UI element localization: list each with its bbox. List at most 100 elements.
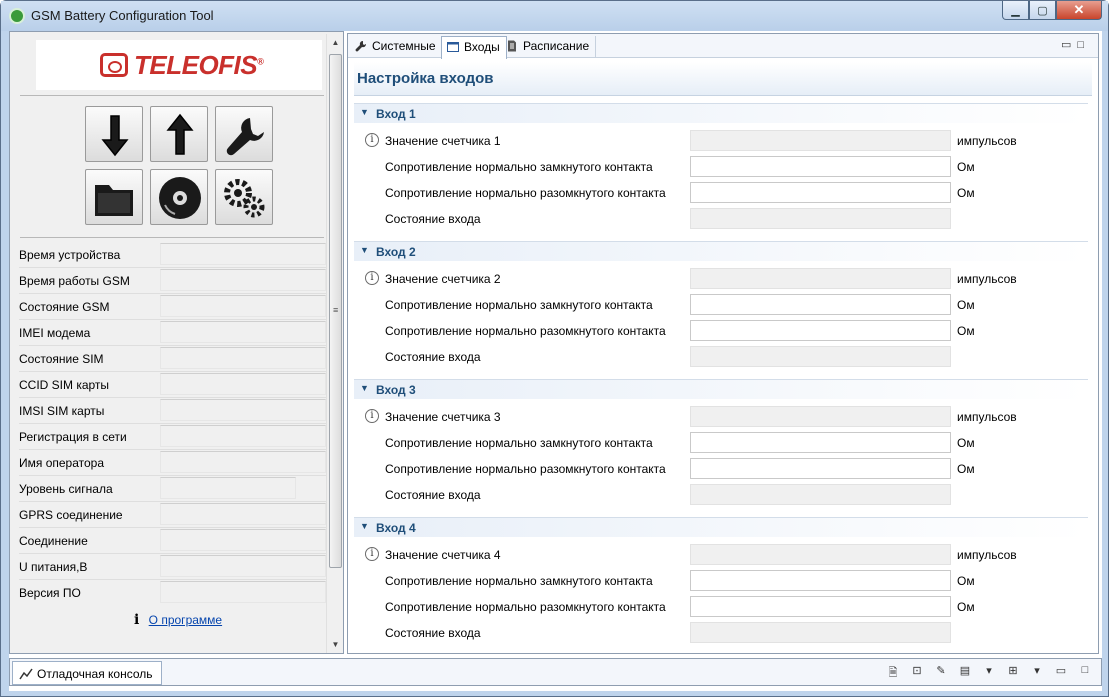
- console-toolbar: 🗎 ⊡ ✎ ▤ ▾ ⊞ ▾ ▭ □: [885, 664, 1093, 679]
- scroll-up-arrow-icon[interactable]: ▲: [327, 34, 344, 51]
- tab-inputs[interactable]: Входы: [441, 36, 507, 59]
- app-window: GSM Battery Configuration Tool ▁ ▢ ✕ TEL…: [0, 0, 1109, 697]
- info-label: Состояние GSM: [19, 300, 110, 314]
- info-row-connection: Соединение: [10, 528, 326, 554]
- window-icon: [447, 42, 459, 52]
- info-label: Регистрация в сети: [19, 430, 127, 444]
- scroll-down-arrow-icon[interactable]: ▼: [327, 636, 344, 653]
- no-row-1: Сопротивление нормально разомкнутого кон…: [354, 181, 1088, 207]
- tab-schedule[interactable]: Расписание: [501, 36, 597, 58]
- close-button[interactable]: ✕: [1056, 1, 1102, 20]
- counter-row-4: i Значение счетчика 4 импульсов: [354, 543, 1088, 569]
- info-hint-icon: i: [365, 409, 379, 423]
- folder-icon: [95, 185, 133, 216]
- maximize-button[interactable]: ▢: [1029, 1, 1056, 20]
- scroll-lock-icon[interactable]: ⊡: [909, 664, 925, 678]
- state-row-2: Состояние входа: [354, 345, 1088, 371]
- section-input-2[interactable]: ▼ Вход 2: [354, 241, 1088, 261]
- field-label: Состояние входа: [385, 488, 481, 502]
- info-row-imsi: IMSI SIM карты: [10, 398, 326, 424]
- input-state-field-1: [690, 208, 951, 229]
- advanced-settings-button[interactable]: [215, 169, 273, 225]
- nc-resistance-input-1[interactable]: [690, 156, 951, 177]
- nc-resistance-input-3[interactable]: [690, 432, 951, 453]
- section-input-1[interactable]: ▼ Вход 1: [354, 103, 1088, 123]
- minimize-button[interactable]: ▁: [1002, 1, 1029, 20]
- info-row-operator: Имя оператора: [10, 450, 326, 476]
- section-input-3[interactable]: ▼ Вход 3: [354, 379, 1088, 399]
- state-row-1: Состояние входа: [354, 207, 1088, 233]
- tab-debug-console[interactable]: Отладочная консоль: [12, 661, 162, 685]
- counter-value-field-2: [690, 268, 951, 289]
- nc-resistance-input-4[interactable]: [690, 570, 951, 591]
- ccid-value: [160, 373, 326, 395]
- imei-value: [160, 321, 326, 343]
- scroll-thumb[interactable]: ≡: [329, 54, 342, 568]
- maximize-view-icon[interactable]: □: [1077, 664, 1093, 678]
- collapse-triangle-icon[interactable]: ▼: [360, 245, 369, 255]
- minimize-view-icon[interactable]: ▭: [1053, 664, 1069, 678]
- tab-system[interactable]: Системные: [350, 36, 443, 58]
- pin-console-icon[interactable]: ✎: [933, 664, 949, 678]
- field-label: Состояние входа: [385, 350, 481, 364]
- connection-value: [160, 529, 326, 551]
- section-input-4[interactable]: ▼ Вход 4: [354, 517, 1088, 537]
- info-label: Время устройства: [19, 248, 121, 262]
- window-title: GSM Battery Configuration Tool: [31, 8, 214, 23]
- clear-console-icon[interactable]: 🗎: [885, 664, 901, 679]
- gears-icon: [224, 179, 265, 218]
- unit-label: Ом: [957, 600, 975, 614]
- title-bar[interactable]: GSM Battery Configuration Tool ▁ ▢ ✕: [1, 1, 1108, 31]
- about-link[interactable]: О программе: [149, 613, 222, 627]
- field-label: Сопротивление нормально замкнутого конта…: [385, 160, 653, 174]
- write-config-button[interactable]: [150, 106, 208, 162]
- console-bar: Отладочная консоль 🗎 ⊡ ✎ ▤ ▾ ⊞ ▾ ▭ □: [9, 658, 1102, 686]
- counter-value-field-4: [690, 544, 951, 565]
- device-time-value: [160, 243, 326, 265]
- nc-resistance-input-2[interactable]: [690, 294, 951, 315]
- read-config-button[interactable]: [85, 106, 143, 162]
- dropdown-arrow-icon[interactable]: ▾: [981, 664, 997, 678]
- sim-state-value: [160, 347, 326, 369]
- imsi-value: [160, 399, 326, 421]
- info-row-imei: IMEI модема: [10, 320, 326, 346]
- minimize-view-icon[interactable]: ▭: [1061, 39, 1077, 51]
- firmware-disk-button[interactable]: [150, 169, 208, 225]
- field-label: Состояние входа: [385, 626, 481, 640]
- counter-value-field-3: [690, 406, 951, 427]
- no-resistance-input-2[interactable]: [690, 320, 951, 341]
- info-label: GPRS соединение: [19, 508, 123, 522]
- maximize-view-icon[interactable]: □: [1077, 39, 1090, 51]
- teleofis-logo: TELEOFIS®: [36, 40, 322, 90]
- field-label: Значение счетчика 4: [385, 548, 501, 562]
- unit-label: Ом: [957, 436, 975, 450]
- counter-row-2: i Значение счетчика 2 импульсов: [354, 267, 1088, 293]
- info-label: Уровень сигнала: [19, 482, 113, 496]
- dropdown-arrow-icon[interactable]: ▾: [1029, 664, 1045, 678]
- section-title: Вход 1: [376, 107, 416, 121]
- open-folder-button[interactable]: [85, 169, 143, 225]
- teleofis-logo-mark-icon: [100, 53, 128, 77]
- nc-row-3: Сопротивление нормально замкнутого конта…: [354, 431, 1088, 457]
- signal-level-bar: [160, 477, 296, 499]
- no-resistance-input-4[interactable]: [690, 596, 951, 617]
- info-row-supply-voltage: U питания,В: [10, 554, 326, 580]
- unit-label: импульсов: [957, 410, 1017, 424]
- gprs-value: [160, 503, 326, 525]
- state-row-4: Состояние входа: [354, 621, 1088, 647]
- collapse-triangle-icon[interactable]: ▼: [360, 107, 369, 117]
- unit-label: импульсов: [957, 272, 1017, 286]
- collapse-triangle-icon[interactable]: ▼: [360, 521, 369, 531]
- supply-voltage-value: [160, 555, 326, 577]
- open-console-icon[interactable]: ⊞: [1005, 664, 1021, 678]
- info-hint-icon: i: [365, 271, 379, 285]
- collapse-triangle-icon[interactable]: ▼: [360, 383, 369, 393]
- no-resistance-input-1[interactable]: [690, 182, 951, 203]
- no-resistance-input-3[interactable]: [690, 458, 951, 479]
- left-scrollbar[interactable]: ▲ ≡ ▼: [326, 34, 343, 653]
- settings-wrench-button[interactable]: [215, 106, 273, 162]
- section-title: Вход 4: [376, 521, 416, 535]
- unit-label: Ом: [957, 462, 975, 476]
- field-label: Сопротивление нормально замкнутого конта…: [385, 574, 653, 588]
- display-console-icon[interactable]: ▤: [957, 664, 973, 678]
